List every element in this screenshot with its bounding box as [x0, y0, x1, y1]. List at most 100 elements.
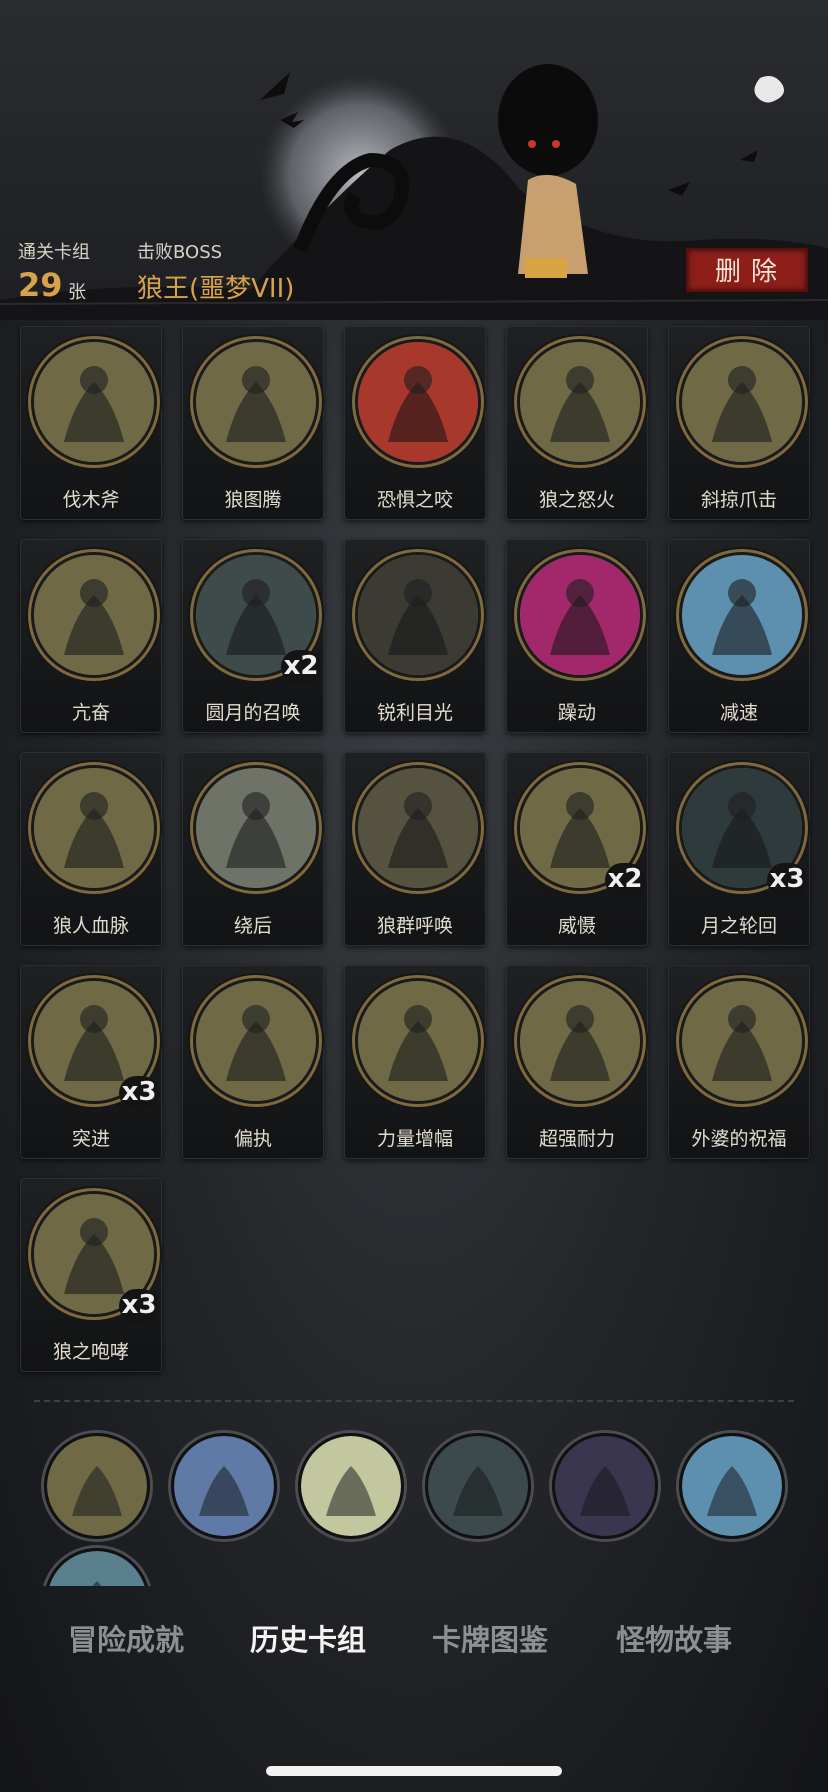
deck-card[interactable]: x3 突进	[20, 965, 162, 1159]
deck-card[interactable]: 力量增幅	[344, 965, 486, 1159]
card-art	[517, 339, 643, 465]
restless-icon	[520, 555, 640, 675]
bottom-tabs: 冒险成就 历史卡组 卡牌图鉴 怪物故事	[56, 1612, 776, 1668]
card-name: 伐木斧	[62, 489, 120, 511]
card-art	[679, 339, 805, 465]
card-art	[355, 978, 481, 1104]
card-art	[517, 552, 643, 678]
relic-item[interactable]	[298, 1433, 404, 1539]
defeated-boss-label: 击败BOSS	[137, 242, 223, 263]
deck-card[interactable]: 锐利目光	[344, 539, 486, 733]
coins-relic-icon	[555, 1436, 655, 1536]
card-art	[31, 765, 157, 891]
card-name: 狼群呼唤	[376, 915, 453, 937]
card-name: 躁动	[557, 702, 596, 724]
home-indicator	[266, 1766, 562, 1776]
clock-relic-icon	[682, 1436, 782, 1536]
deck-card[interactable]: x2 圆月的召唤	[182, 539, 324, 733]
card-name: 外婆的祝福	[691, 1128, 787, 1150]
card-name: 锐利目光	[376, 702, 453, 724]
card-name: 减速	[719, 702, 758, 724]
grandma-blessing-icon	[682, 981, 802, 1101]
deck-card[interactable]: 超强耐力	[506, 965, 648, 1159]
werewolf-relic-icon	[47, 1436, 147, 1536]
deck-card[interactable]: 外婆的祝福	[668, 965, 810, 1159]
deck-card[interactable]: 狼之怒火	[506, 326, 648, 520]
card-name: 恐惧之咬	[376, 489, 453, 511]
sneak-behind-icon	[196, 768, 316, 888]
slow-clock-icon	[682, 555, 802, 675]
tab-card-catalog[interactable]: 卡牌图鉴	[420, 1612, 560, 1668]
tab-monster-stories[interactable]: 怪物故事	[604, 1612, 744, 1668]
tree-stump-relic-icon	[428, 1436, 528, 1536]
power-log-icon	[358, 981, 478, 1101]
relic-item[interactable]	[171, 1433, 277, 1539]
cleared-decks-unit: 张	[68, 282, 86, 303]
card-art	[355, 339, 481, 465]
deck-card[interactable]: 伐木斧	[20, 326, 162, 520]
relic-item[interactable]	[552, 1433, 658, 1539]
relic-item[interactable]	[44, 1433, 150, 1539]
card-art	[31, 339, 157, 465]
card-art	[355, 552, 481, 678]
relic-item[interactable]	[425, 1433, 531, 1539]
deck-card[interactable]: 躁动	[506, 539, 648, 733]
card-art	[679, 552, 805, 678]
card-name: 力量增幅	[376, 1128, 453, 1150]
card-art	[355, 765, 481, 891]
wolf-rage-icon	[520, 342, 640, 462]
delete-button[interactable]: 删除	[686, 248, 808, 292]
deck-card[interactable]: 恐惧之咬	[344, 326, 486, 520]
deck-card[interactable]: 亢奋	[20, 539, 162, 733]
card-count-badge: x2	[281, 650, 321, 684]
deck-card[interactable]: 狼人血脉	[20, 752, 162, 946]
card-name: 绕后	[233, 915, 272, 937]
card-art	[193, 339, 319, 465]
axe-icon	[34, 342, 154, 462]
partial-relic-icon	[49, 1551, 145, 1586]
card-name: 偏执	[233, 1128, 272, 1150]
card-count-badge: x3	[119, 1289, 159, 1323]
deck-card[interactable]: x3 狼之咆哮	[20, 1178, 162, 1372]
card-name: 狼之咆哮	[52, 1341, 129, 1363]
card-name: 月之轮回	[700, 915, 777, 937]
deck-card[interactable]: 减速	[668, 539, 810, 733]
tab-achievements[interactable]: 冒险成就	[56, 1612, 196, 1668]
card-name: 突进	[71, 1128, 110, 1150]
card-count-badge: x3	[767, 863, 807, 897]
card-name: 狼人血脉	[52, 915, 129, 937]
claw-slash-icon	[682, 342, 802, 462]
red-cape-relic-icon	[174, 1436, 274, 1536]
paranoia-icon	[196, 981, 316, 1101]
werewolf-blood-icon	[34, 768, 154, 888]
cleared-decks-label: 通关卡组	[18, 242, 90, 263]
skull-bite-icon	[358, 342, 478, 462]
card-name: 斜掠爪击	[700, 489, 777, 511]
relic-item[interactable]	[679, 1433, 785, 1539]
relic-item[interactable]	[44, 1548, 150, 1586]
card-count-badge: x2	[605, 863, 645, 897]
relic-row	[0, 1428, 828, 1586]
cleared-decks-count: 29	[18, 266, 63, 304]
tab-history-decks[interactable]: 历史卡组	[238, 1612, 378, 1668]
deck-card[interactable]: 狼图腾	[182, 326, 324, 520]
card-name: 超强耐力	[538, 1128, 615, 1150]
card-name: 狼图腾	[224, 489, 282, 511]
card-name: 狼之怒火	[538, 489, 615, 511]
card-art	[31, 552, 157, 678]
defeated-boss-stat: 击败BOSS 狼王(噩梦VII)	[137, 238, 294, 304]
cleared-decks-stat: 通关卡组 29 张	[18, 238, 90, 304]
deck-card[interactable]: 斜掠爪击	[668, 326, 810, 520]
werewolf-excite-icon	[34, 555, 154, 675]
sharp-eyes-icon	[358, 555, 478, 675]
deck-card[interactable]: 偏执	[182, 965, 324, 1159]
card-name: 圆月的召唤	[205, 702, 301, 724]
card-art	[193, 978, 319, 1104]
deck-card[interactable]: 狼群呼唤	[344, 752, 486, 946]
card-count-badge: x3	[119, 1076, 159, 1110]
deck-card[interactable]: 绕后	[182, 752, 324, 946]
wolf-totem-icon	[196, 342, 316, 462]
deck-card[interactable]: x2 威慑	[506, 752, 648, 946]
deck-card[interactable]: x3 月之轮回	[668, 752, 810, 946]
endurance-icon	[520, 981, 640, 1101]
